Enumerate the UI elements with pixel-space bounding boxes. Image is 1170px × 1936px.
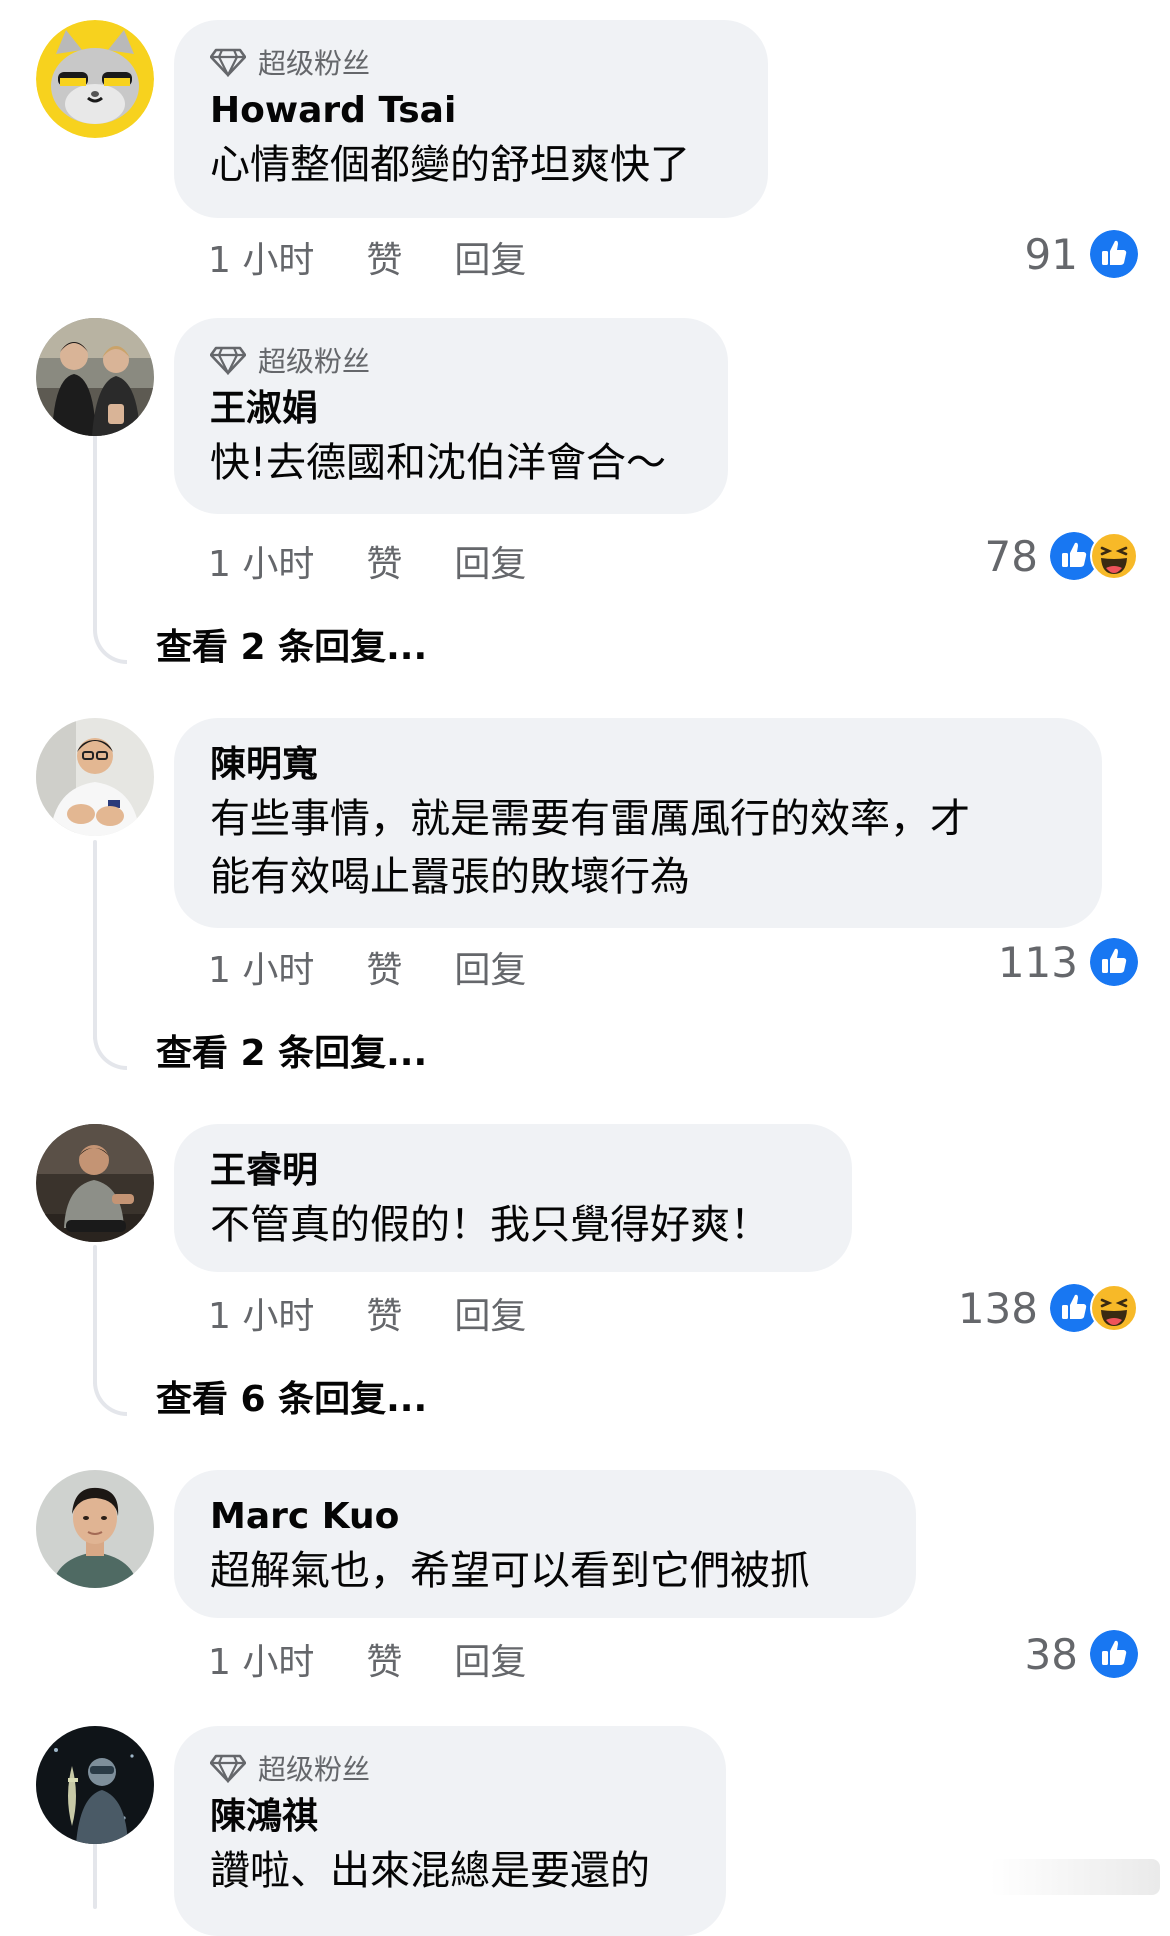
like-button[interactable]: 赞 bbox=[366, 231, 402, 283]
avatar[interactable] bbox=[36, 1470, 154, 1588]
comment-actions: 1 小时 赞 回复 bbox=[208, 536, 526, 586]
comment-bubble: 超级粉丝 Howard Tsai 心情整個都變的舒坦爽快了 bbox=[174, 20, 768, 218]
badge-label: 超级粉丝 bbox=[258, 1753, 371, 1786]
commenter-name[interactable]: Howard Tsai bbox=[210, 86, 730, 136]
view-replies-link[interactable]: 查看 2 条回复... bbox=[156, 618, 427, 670]
reaction-count: 113 bbox=[997, 937, 1078, 987]
comment-actions: 1 小时 赞 回复 bbox=[208, 942, 526, 992]
diamond-icon bbox=[210, 1754, 246, 1783]
reaction-count: 78 bbox=[984, 531, 1038, 581]
top-fan-badge: 超级粉丝 bbox=[210, 340, 690, 380]
reaction-count: 138 bbox=[957, 1283, 1038, 1333]
haha-emoji-icon bbox=[1090, 1284, 1138, 1332]
commenter-name[interactable]: Marc Kuo bbox=[210, 1492, 878, 1542]
commenter-name[interactable]: 王睿明 bbox=[210, 1146, 814, 1196]
reaction-summary[interactable]: 138 bbox=[958, 1280, 1138, 1336]
young-man-portrait-avatar bbox=[36, 1470, 154, 1588]
comment-text: 超解氣也，希望可以看到它們被抓 bbox=[210, 1548, 810, 1594]
diamond-icon bbox=[210, 48, 246, 77]
like-thumbs-up-icon bbox=[1090, 938, 1138, 986]
reaction-count: 38 bbox=[1024, 1629, 1078, 1679]
watermark bbox=[990, 1859, 1160, 1895]
thread-line bbox=[93, 1245, 97, 1385]
top-fan-badge: 超级粉丝 bbox=[210, 1748, 688, 1788]
top-fan-badge: 超级粉丝 bbox=[210, 42, 730, 82]
reaction-summary[interactable]: 91 bbox=[1025, 226, 1138, 282]
reply-button[interactable]: 回复 bbox=[454, 231, 526, 283]
comment-text: 能有效喝止囂張的敗壞行為 bbox=[210, 854, 690, 900]
thread-line bbox=[93, 1840, 97, 1909]
reply-button[interactable]: 回复 bbox=[454, 1633, 526, 1685]
reaction-summary[interactable]: 78 bbox=[985, 528, 1138, 584]
badge-label: 超级粉丝 bbox=[258, 47, 371, 80]
avatar[interactable] bbox=[36, 1726, 154, 1844]
comment-time[interactable]: 1 小时 bbox=[208, 231, 314, 283]
haha-emoji-icon bbox=[1090, 532, 1138, 580]
cartoon-cat-avatar bbox=[36, 20, 154, 138]
man-white-shirt-avatar bbox=[36, 718, 154, 836]
like-button[interactable]: 赞 bbox=[366, 1287, 402, 1339]
badge-label: 超级粉丝 bbox=[258, 345, 371, 378]
thread-curve bbox=[93, 1036, 127, 1070]
comment-bubble: Marc Kuo 超解氣也，希望可以看到它們被抓 bbox=[174, 1470, 916, 1618]
like-button[interactable]: 赞 bbox=[366, 941, 402, 993]
commenter-name[interactable]: 王淑娟 bbox=[210, 384, 690, 434]
comment-bubble: 陳明寬 有些事情，就是需要有雷厲風行的效率，才 能有效喝止囂張的敗壞行為 bbox=[174, 718, 1102, 928]
comment-time[interactable]: 1 小时 bbox=[208, 535, 314, 587]
view-replies-link[interactable]: 查看 2 条回复... bbox=[156, 1024, 427, 1076]
comment-text: 讚啦、出來混總是要還的 bbox=[210, 1848, 650, 1894]
comment-time[interactable]: 1 小时 bbox=[208, 1633, 314, 1685]
commenter-name[interactable]: 陳明寬 bbox=[210, 740, 1064, 790]
comment-text: 心情整個都變的舒坦爽快了 bbox=[210, 142, 690, 188]
comment-text: 快!去德國和沈伯洋會合～ bbox=[210, 440, 667, 486]
comment-actions: 1 小时 赞 回复 bbox=[208, 232, 526, 282]
commenter-name[interactable]: 陳鴻祺 bbox=[210, 1792, 688, 1842]
comment-text: 不管真的假的！我只覺得好爽！ bbox=[210, 1202, 770, 1248]
reaction-count: 91 bbox=[1024, 229, 1078, 279]
thread-curve bbox=[93, 630, 127, 664]
reply-button[interactable]: 回复 bbox=[454, 1287, 526, 1339]
comment-time[interactable]: 1 小时 bbox=[208, 941, 314, 993]
reply-button[interactable]: 回复 bbox=[454, 941, 526, 993]
avatar[interactable] bbox=[36, 718, 154, 836]
man-seated-avatar bbox=[36, 1124, 154, 1242]
comment-bubble: 王睿明 不管真的假的！我只覺得好爽！ bbox=[174, 1124, 852, 1272]
avatar[interactable] bbox=[36, 318, 154, 436]
avatar[interactable] bbox=[36, 1124, 154, 1242]
comment-bubble: 超级粉丝 陳鴻祺 讚啦、出來混總是要還的 bbox=[174, 1726, 726, 1936]
like-button[interactable]: 赞 bbox=[366, 535, 402, 587]
diamond-icon bbox=[210, 346, 246, 375]
comment-actions: 1 小时 赞 回复 bbox=[208, 1634, 526, 1684]
like-thumbs-up-icon bbox=[1090, 1630, 1138, 1678]
reply-button[interactable]: 回复 bbox=[454, 535, 526, 587]
comment-text: 有些事情，就是需要有雷厲風行的效率，才 bbox=[210, 796, 970, 842]
like-button[interactable]: 赞 bbox=[366, 1633, 402, 1685]
comment-time[interactable]: 1 小时 bbox=[208, 1287, 314, 1339]
couple-photo-avatar bbox=[36, 318, 154, 436]
like-thumbs-up-icon bbox=[1090, 230, 1138, 278]
thread-line bbox=[93, 840, 97, 1040]
comment-actions: 1 小时 赞 回复 bbox=[208, 1288, 526, 1338]
thread-curve bbox=[93, 1382, 127, 1416]
reaction-summary[interactable]: 38 bbox=[1025, 1626, 1138, 1682]
avatar[interactable] bbox=[36, 20, 154, 138]
comment-bubble: 超级粉丝 王淑娟 快!去德國和沈伯洋會合～ bbox=[174, 318, 728, 514]
reaction-summary[interactable]: 113 bbox=[998, 934, 1138, 990]
fisherman-night-avatar bbox=[36, 1726, 154, 1844]
view-replies-link[interactable]: 查看 6 条回复... bbox=[156, 1370, 427, 1422]
